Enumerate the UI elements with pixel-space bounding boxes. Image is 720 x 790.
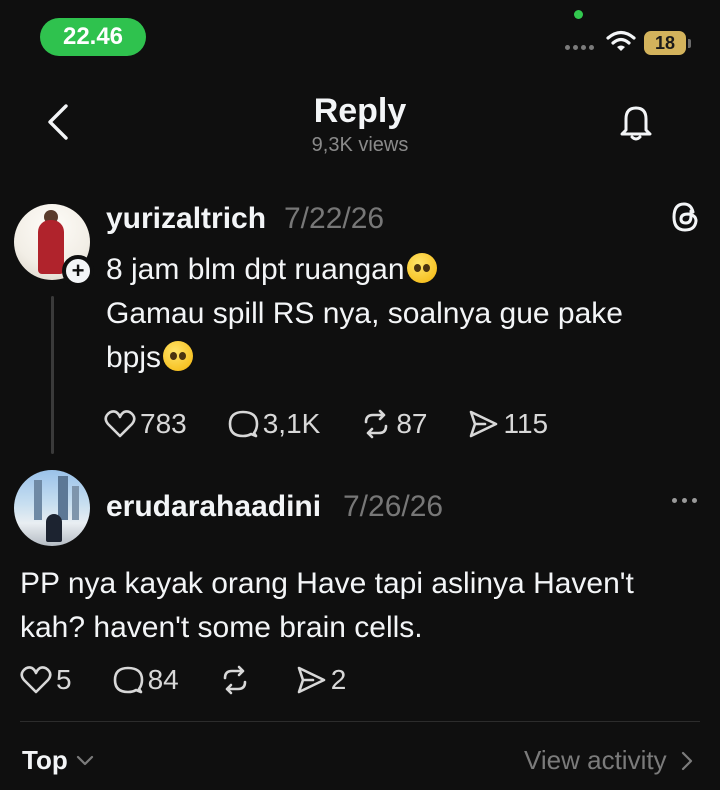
share-button[interactable]: 115 bbox=[467, 408, 548, 440]
comment-icon bbox=[113, 666, 143, 694]
comment-button[interactable]: 84 bbox=[112, 664, 179, 696]
thread-connector-line bbox=[51, 296, 54, 454]
avatar-building bbox=[34, 480, 42, 520]
share-count: 2 bbox=[330, 664, 347, 695]
repost-count: 87 bbox=[396, 408, 428, 439]
avatar-figure bbox=[46, 514, 62, 542]
cellular-signal-icon bbox=[565, 45, 594, 50]
page-title: Reply bbox=[313, 92, 407, 130]
bell-icon bbox=[620, 106, 652, 141]
post-actions: 783 3,1K 87 115 bbox=[104, 408, 588, 440]
repost-icon bbox=[223, 665, 247, 695]
divider bbox=[20, 721, 700, 722]
more-options-icon[interactable] bbox=[664, 488, 704, 512]
like-button[interactable]: 5 bbox=[20, 664, 72, 696]
comment-count: 84 bbox=[147, 664, 179, 695]
post-date: 7/22/26 bbox=[284, 202, 385, 235]
sort-dropdown[interactable]: Top bbox=[22, 745, 94, 776]
comment-button[interactable]: 3,1K bbox=[227, 408, 321, 440]
notification-bell-button[interactable] bbox=[614, 100, 658, 144]
view-count: 9,3K views bbox=[311, 134, 409, 156]
chevron-right-icon bbox=[681, 751, 692, 770]
send-icon bbox=[470, 410, 498, 438]
heart-icon bbox=[20, 666, 52, 694]
send-icon bbox=[297, 666, 326, 694]
comment-count: 3,1K bbox=[262, 408, 321, 439]
threads-reply-screen: 22.46 18 Reply 9,3K views + yurizaltrich… bbox=[0, 0, 720, 790]
comment-icon bbox=[228, 410, 259, 438]
post-date: 7/26/26 bbox=[343, 490, 444, 523]
pleading-face-emoji bbox=[163, 341, 194, 371]
threads-logo-icon[interactable] bbox=[668, 200, 702, 234]
view-activity-label: View activity bbox=[524, 745, 667, 775]
post-username[interactable]: erudarahaadini bbox=[106, 490, 321, 524]
share-button[interactable]: 2 bbox=[295, 664, 347, 696]
battery-indicator: 18 bbox=[644, 31, 686, 55]
view-activity-link[interactable]: View activity bbox=[524, 745, 693, 776]
camera-indicator-dot bbox=[574, 10, 583, 19]
crying-face-emoji bbox=[406, 253, 437, 283]
battery-cap bbox=[688, 39, 691, 48]
repost-button[interactable]: 87 bbox=[360, 408, 427, 440]
follow-plus-icon[interactable]: + bbox=[62, 255, 94, 287]
wifi-icon bbox=[606, 30, 636, 59]
post-actions: 5 84 2 bbox=[20, 664, 386, 696]
post-body: 8 jam blm dpt ruangan Gamau spill RS nya… bbox=[106, 248, 666, 380]
post-text-line1: 8 jam blm dpt ruangan bbox=[106, 253, 405, 286]
like-button[interactable]: 783 bbox=[104, 408, 187, 440]
status-time: 22.46 bbox=[40, 18, 146, 56]
heart-icon bbox=[104, 410, 136, 438]
avatar-building bbox=[58, 476, 68, 520]
sort-label: Top bbox=[22, 745, 68, 775]
avatar[interactable] bbox=[14, 470, 90, 546]
avatar-building bbox=[72, 486, 79, 520]
post-username[interactable]: yurizaltrich bbox=[106, 202, 266, 236]
share-count: 115 bbox=[503, 408, 549, 439]
like-count: 783 bbox=[140, 408, 187, 439]
avatar-figure bbox=[38, 220, 64, 274]
post-body: PP nya kayak orang Have tapi aslinya Hav… bbox=[20, 567, 634, 644]
like-count: 5 bbox=[56, 664, 72, 695]
chevron-down-icon bbox=[76, 755, 93, 765]
repost-button[interactable] bbox=[219, 665, 255, 695]
repost-icon bbox=[365, 409, 388, 439]
